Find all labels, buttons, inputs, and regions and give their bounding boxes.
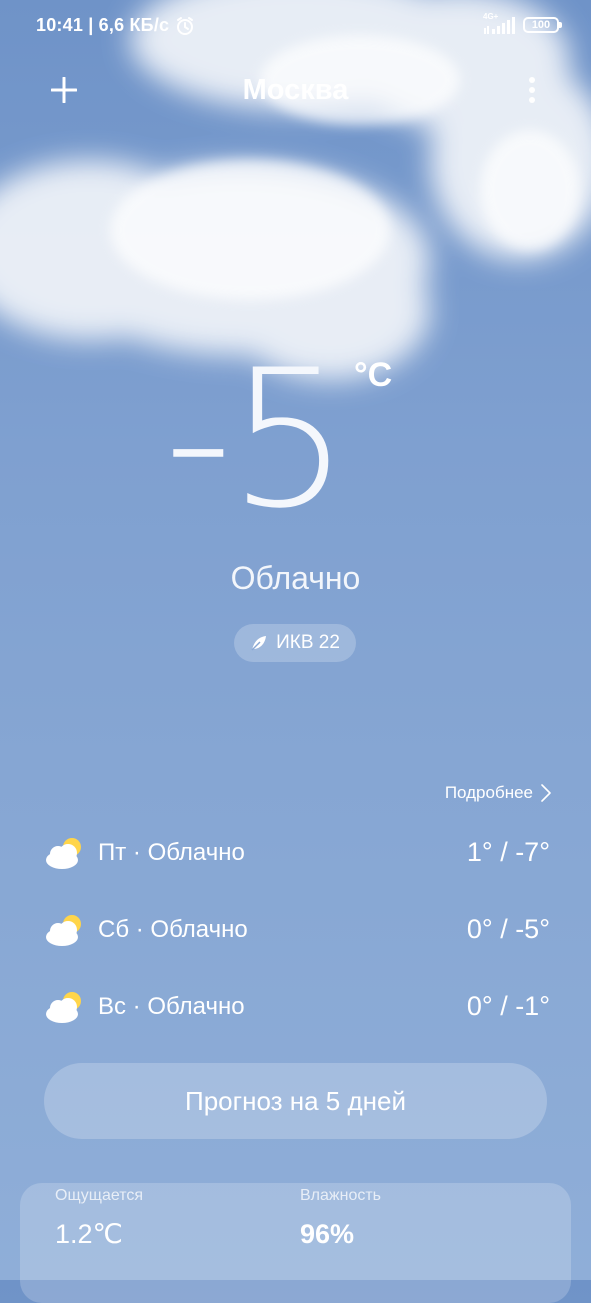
forecast-day-temp: 0° / -5° [466,914,550,944]
status-left: 10:41 | 6,6 КБ/с [36,15,195,36]
partly-cloudy-icon [46,991,81,1023]
forecast-day-temp: 0° / -1° [466,991,550,1021]
feels-like-value: 1.2℃ [55,1219,123,1249]
details-link[interactable]: Подробнее [445,783,551,803]
details-card: Ощущается 1.2℃ Влажность 96% [20,1183,571,1303]
header: Москва [0,60,591,120]
forecast-row[interactable]: Сб · Облачно 0° / -5° [44,891,550,968]
humidity-value: 96% [300,1219,355,1249]
partly-cloudy-icon [46,914,81,946]
aqi-value: ИКВ 22 [276,632,340,653]
forecast-day-label: Пт · Облачно [98,838,245,866]
battery-level: 100 [531,19,551,31]
humidity-label: Влажность [300,1187,382,1204]
current-temperature-block: -5 °C [0,340,591,540]
forecast-row[interactable]: Пт · Облачно 1° / -7° [44,814,550,891]
temperature-unit: °C [354,356,393,394]
forecast-day-label: Сб · Облачно [98,915,248,943]
status-bar: 10:41 | 6,6 КБ/с 4G+ 100 [0,0,591,52]
partly-cloudy-icon [46,837,81,869]
forecast-day-label: Вс · Облачно [98,992,245,1020]
city-title: Москва [242,74,349,106]
battery-icon: 100 [523,17,562,33]
aqi-badge[interactable]: ИКВ 22 [234,624,356,662]
alarm-icon [177,16,194,35]
details-label: Подробнее [444,783,533,802]
signal-icon: 4G+ [483,12,515,35]
five-day-forecast-button[interactable]: Прогноз на 5 дней [44,1063,547,1139]
more-options-button[interactable] [517,70,547,110]
status-time-speed: 10:41 | 6,6 КБ/с [36,15,170,35]
forecast-list: Пт · Облачно 1° / -7° Сб · Облачно 0° / … [44,814,550,1045]
humidity-item: Влажность 96% [300,1187,381,1250]
feels-like-label: Ощущается [55,1187,144,1204]
forecast-row[interactable]: Вс · Облачно 0° / -1° [44,968,550,1045]
chevron-right-icon [541,784,551,802]
current-condition: Облачно [230,560,361,596]
forecast-day-temp: 1° / -7° [466,837,550,867]
more-vertical-icon [529,77,535,103]
leaf-icon [251,636,267,651]
feels-like-item: Ощущается 1.2℃ [55,1187,143,1250]
status-right: 4G+ 100 [483,12,562,35]
current-temperature: -5 [164,329,349,550]
